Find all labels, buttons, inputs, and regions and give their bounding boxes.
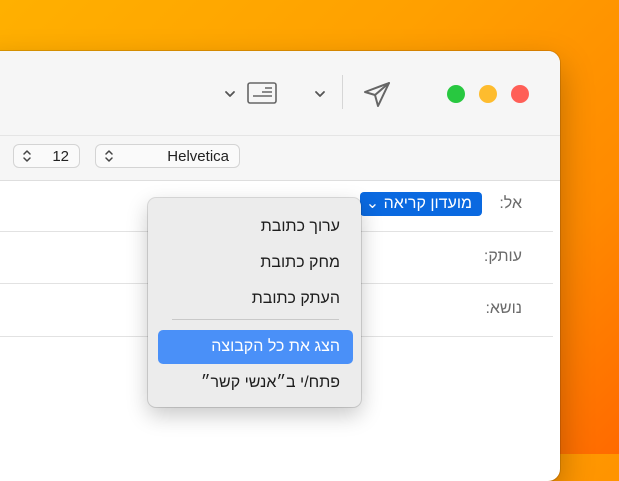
- stepper-icon: [105, 150, 113, 162]
- recipient-context-menu: ערוך כתובת מחק כתובת העתק כתובת הצג את כ…: [148, 198, 361, 407]
- subject-label: נושא:: [485, 300, 522, 317]
- send-options-chevron-down-icon[interactable]: [313, 87, 327, 101]
- zoom-button[interactable]: [447, 85, 465, 103]
- cc-label: עותק:: [483, 248, 522, 265]
- to-label: אל:: [499, 195, 522, 212]
- toolbar: [0, 51, 560, 135]
- close-button[interactable]: [511, 85, 529, 103]
- menu-separator: [172, 319, 339, 320]
- menu-item-show-whole-group[interactable]: הצג את כל הקבוצה: [158, 330, 353, 364]
- format-bar: [0, 135, 560, 181]
- toolbar-separator: [342, 75, 343, 109]
- header-chevron-down-icon[interactable]: [223, 87, 237, 101]
- menu-item-delete-address[interactable]: מחק כתובת: [158, 246, 353, 280]
- header-fields-icon[interactable]: [245, 78, 279, 108]
- menu-item-copy-address[interactable]: העתק כתובת: [158, 282, 353, 316]
- minimize-button[interactable]: [479, 85, 497, 103]
- stepper-icon: [23, 150, 31, 162]
- font-size-stepper[interactable]: 12: [13, 144, 80, 168]
- menu-item-edit-address[interactable]: ערוך כתובת: [158, 210, 353, 244]
- font-family-select[interactable]: Helvetica: [95, 144, 240, 168]
- send-icon[interactable]: [360, 77, 394, 111]
- font-family-value: Helvetica: [167, 147, 229, 165]
- recipient-token[interactable]: מועדון קריאה ⌄: [359, 192, 482, 216]
- menu-item-open-in-contacts[interactable]: פתח/י ב״אנשי קשר״: [158, 366, 353, 400]
- font-size-value: 12: [52, 147, 69, 165]
